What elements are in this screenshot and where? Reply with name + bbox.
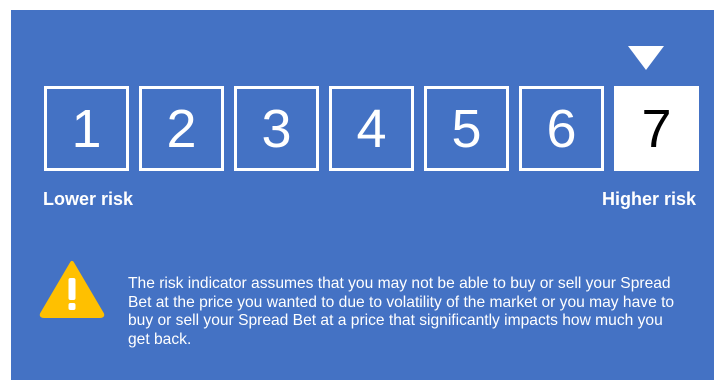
lower-risk-label: Lower risk: [43, 189, 134, 209]
triangle-down-icon: [628, 46, 664, 70]
risk-scale: 1 2 3 4 5 6 7: [44, 86, 699, 178]
risk-level-7-selected: 7: [614, 86, 699, 171]
risk-indicator-panel: 1 2 3 4 5 6 7 Lower risk Higher risk The…: [11, 10, 714, 380]
risk-level-4: 4: [329, 86, 414, 171]
risk-disclaimer-text: The risk indicator assumes that you may …: [128, 275, 675, 348]
risk-level-1: 1: [44, 86, 129, 171]
risk-level-2: 2: [139, 86, 224, 171]
risk-level-5: 5: [424, 86, 509, 171]
higher-risk-label: Higher risk: [601, 189, 696, 209]
warning-icon: [39, 261, 105, 318]
risk-level-3: 3: [234, 86, 319, 171]
risk-level-6: 6: [519, 86, 604, 171]
